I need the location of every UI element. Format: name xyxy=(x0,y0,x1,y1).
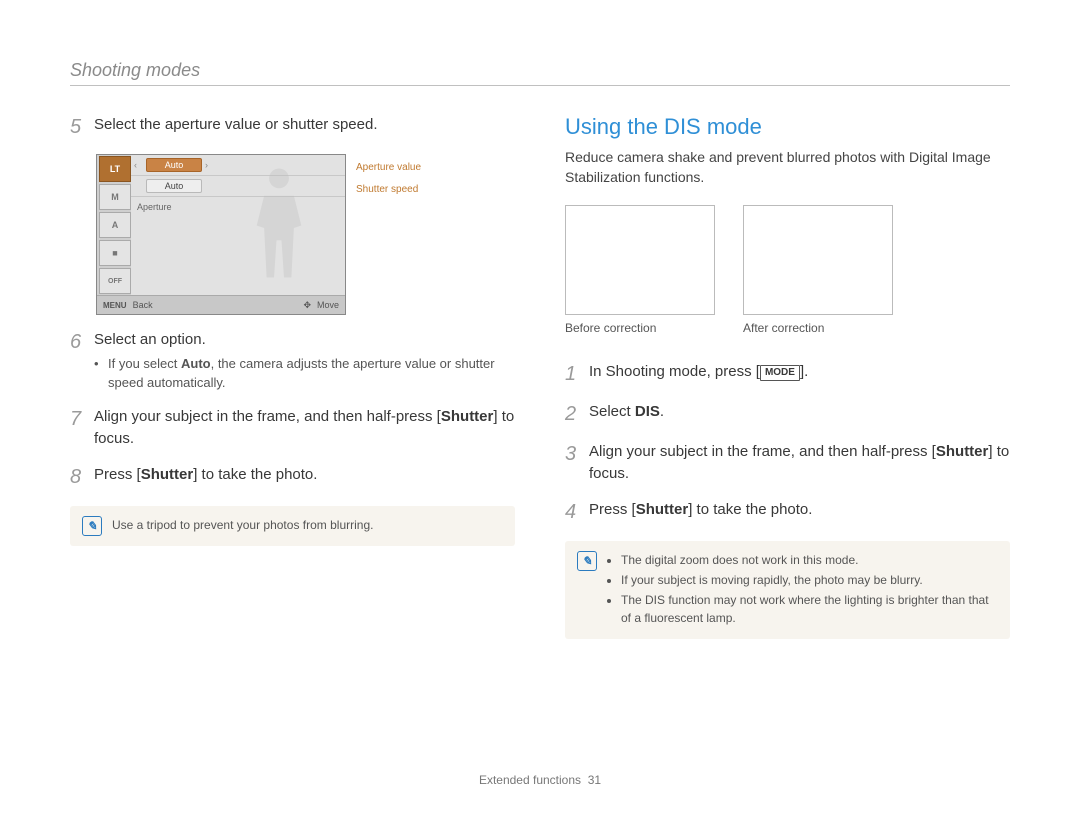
page-footer: Extended functions 31 xyxy=(0,773,1080,787)
aperture-label: Aperture xyxy=(137,202,172,212)
step-text: Select the aperture value or shutter spe… xyxy=(94,114,515,140)
step-text: Press [Shutter] to take the photo. xyxy=(589,499,1010,525)
camera-main-area: ‹ Auto › ‹ Auto Aperture xyxy=(131,155,345,295)
menu-label: MENU xyxy=(103,301,127,310)
step-6: 6 Select an option. If you select Auto, … xyxy=(70,329,515,392)
step-text: Align your subject in the frame, and the… xyxy=(94,406,515,450)
step-8: 8 Press [Shutter] to take the photo. xyxy=(70,464,515,490)
step-4: 4 Press [Shutter] to take the photo. xyxy=(565,499,1010,525)
step-number: 5 xyxy=(70,114,94,140)
footer-section: Extended functions xyxy=(479,773,581,787)
step-1: 1 In Shooting mode, press [MODE]. xyxy=(565,361,1010,387)
camera-side-icons: LT M A ■ OFF xyxy=(97,155,131,295)
note-item: The digital zoom does not work in this m… xyxy=(621,551,998,569)
section-intro: Reduce camera shake and prevent blurred … xyxy=(565,148,1010,187)
step-5: 5 Select the aperture value or shutter s… xyxy=(70,114,515,140)
move-label: Move xyxy=(317,300,339,310)
step-number: 8 xyxy=(70,464,94,490)
back-label: Back xyxy=(133,300,153,310)
side-icon-lt: LT xyxy=(99,156,131,182)
figure-before: Before correction xyxy=(565,205,715,353)
step-text: Select an option. xyxy=(94,331,206,348)
note-list: The digital zoom does not work in this m… xyxy=(607,551,998,629)
note-item: The DIS function may not work where the … xyxy=(621,591,998,627)
figure-caption: Before correction xyxy=(565,321,715,335)
shutter-row: ‹ Auto xyxy=(131,176,345,197)
step-body: Select an option. If you select Auto, th… xyxy=(94,329,515,392)
step-2: 2 Select DIS. xyxy=(565,401,1010,427)
step-text: In Shooting mode, press [MODE]. xyxy=(589,361,1010,387)
side-icon-m: M xyxy=(99,184,131,210)
label-row: Aperture xyxy=(131,197,345,217)
aperture-row: ‹ Auto › xyxy=(131,155,345,176)
mode-key: MODE xyxy=(760,365,800,381)
two-column-layout: 5 Select the aperture value or shutter s… xyxy=(70,114,1010,639)
camera-status-bar: MENU Back ✥ Move xyxy=(97,295,345,314)
step-number: 7 xyxy=(70,406,94,450)
footer-page: 31 xyxy=(588,773,601,787)
step-number: 4 xyxy=(565,499,589,525)
note-icon: ✎ xyxy=(577,551,597,571)
comparison-figures: Before correction After correction xyxy=(565,205,1010,353)
note-box-dis: ✎ The digital zoom does not work in this… xyxy=(565,541,1010,639)
figure-after: After correction xyxy=(743,205,893,353)
left-arrow-icon: ‹ xyxy=(134,160,137,170)
camera-screen-figure: LT M A ■ OFF ‹ Auto › ‹ xyxy=(96,154,344,315)
note-item: If your subject is moving rapidly, the p… xyxy=(621,571,998,589)
right-arrow-icon: › xyxy=(205,160,208,170)
side-icon-off: OFF xyxy=(99,268,131,294)
note-text: Use a tripod to prevent your photos from… xyxy=(112,516,373,536)
camera-screen: LT M A ■ OFF ‹ Auto › ‹ xyxy=(96,154,346,315)
move-icon: ✥ xyxy=(303,300,311,311)
step-number: 2 xyxy=(565,401,589,427)
left-column: 5 Select the aperture value or shutter s… xyxy=(70,114,515,639)
step-text: Press [Shutter] to take the photo. xyxy=(94,464,515,490)
step-number: 6 xyxy=(70,329,94,392)
side-icon-square: ■ xyxy=(99,240,131,266)
step-sub-bullet: If you select Auto, the camera adjusts t… xyxy=(94,355,515,393)
step-number: 3 xyxy=(565,441,589,485)
figure-caption: After correction xyxy=(743,321,893,335)
shutter-value-field: Auto xyxy=(146,179,202,193)
right-column: Using the DIS mode Reduce camera shake a… xyxy=(565,114,1010,639)
annotation-shutter: Shutter speed xyxy=(356,184,418,195)
step-text: Align your subject in the frame, and the… xyxy=(589,441,1010,485)
section-heading: Using the DIS mode xyxy=(565,114,1010,140)
figure-placeholder xyxy=(565,205,715,315)
note-icon: ✎ xyxy=(82,516,102,536)
annotation-aperture: Aperture value xyxy=(356,162,421,173)
aperture-value-field: Auto xyxy=(146,158,202,172)
note-box-tripod: ✎ Use a tripod to prevent your photos fr… xyxy=(70,506,515,546)
side-icon-a: A xyxy=(99,212,131,238)
step-7: 7 Align your subject in the frame, and t… xyxy=(70,406,515,450)
figure-placeholder xyxy=(743,205,893,315)
page-header: Shooting modes xyxy=(70,60,1010,86)
step-3: 3 Align your subject in the frame, and t… xyxy=(565,441,1010,485)
step-number: 1 xyxy=(565,361,589,387)
step-text: Select DIS. xyxy=(589,401,1010,427)
